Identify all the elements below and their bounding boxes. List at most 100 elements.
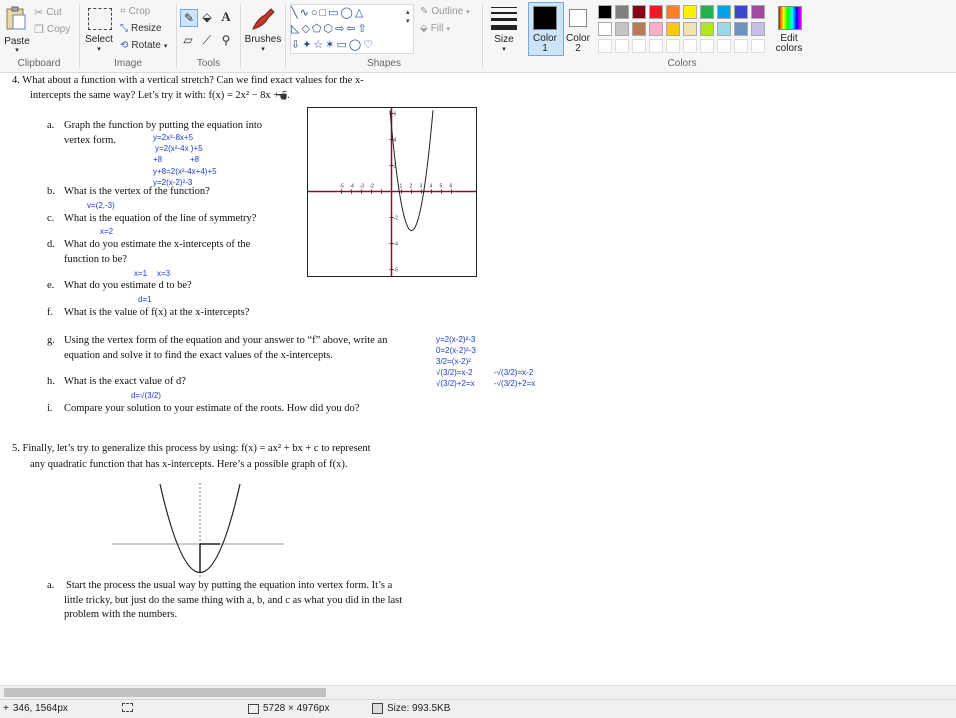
drawing-canvas[interactable]: 4. What about a function with a vertical… bbox=[0, 73, 956, 685]
scrollbar-thumb[interactable] bbox=[4, 688, 326, 697]
handwritten-a-1: y=2x²-8x+5 bbox=[153, 133, 194, 142]
parabola-graph: -5 -4 -3 -2 1 2 3 4 5 6642-2-4-6 bbox=[307, 107, 477, 277]
select-dropdown-icon[interactable]: ▾ bbox=[84, 45, 114, 53]
color-swatch[interactable] bbox=[632, 22, 646, 36]
color-swatch[interactable] bbox=[700, 5, 714, 19]
fill-label: Fill bbox=[430, 23, 444, 34]
color-swatch[interactable] bbox=[734, 5, 748, 19]
brushes-button[interactable]: Brushes ▾ bbox=[241, 0, 285, 72]
q4h-label: h. bbox=[47, 376, 55, 387]
cut-button[interactable]: ✂ Cut bbox=[34, 6, 62, 19]
color-swatch[interactable] bbox=[666, 5, 680, 19]
image-group: Select ▾ ⌗ Crop ⤡ Resize ⟲ Rotate ▾ Imag… bbox=[80, 0, 176, 72]
q4d-text-1: What do you estimate the x-intercepts of… bbox=[64, 239, 251, 250]
color-swatch[interactable] bbox=[615, 5, 629, 19]
q5a-text-2: little tricky, but just do the same thin… bbox=[64, 595, 403, 606]
rotate-button[interactable]: ⟲ Rotate ▾ bbox=[120, 40, 167, 51]
color-swatch[interactable] bbox=[717, 5, 731, 19]
tools-group: ✎ ⬙ A ▱ ⟋ ⚲ Tools bbox=[177, 0, 240, 72]
color-swatch[interactable] bbox=[700, 22, 714, 36]
color2-button[interactable]: Color 2 bbox=[563, 0, 593, 72]
handwritten-h: d=√(3/2) bbox=[131, 391, 161, 400]
color-swatch[interactable] bbox=[615, 22, 629, 36]
paste-icon bbox=[6, 6, 26, 30]
custom-color-slot[interactable] bbox=[615, 39, 629, 53]
q4b-text: What is the vertex of the function? bbox=[64, 186, 210, 197]
x-tick-label: 1 bbox=[400, 184, 403, 190]
q4c-label: c. bbox=[47, 213, 55, 224]
color2-swatch bbox=[569, 9, 587, 27]
color-swatch[interactable] bbox=[632, 5, 646, 19]
eraser-icon[interactable]: ▱ bbox=[180, 32, 196, 48]
q4i-text: Compare your solution to your estimate o… bbox=[64, 403, 360, 414]
brushes-dropdown-icon: ▾ bbox=[261, 46, 265, 53]
clipboard-group-label: Clipboard bbox=[17, 58, 61, 69]
outline-label: Outline bbox=[431, 6, 464, 17]
q4d-text-2: function to be? bbox=[64, 254, 127, 265]
color-swatch[interactable] bbox=[598, 5, 612, 19]
q4d-label: d. bbox=[47, 239, 55, 250]
custom-color-slot[interactable] bbox=[683, 39, 697, 53]
handwritten-g-2: 0=2(x-2)²-3 bbox=[436, 346, 476, 355]
colors-group-label: Colors bbox=[667, 58, 697, 69]
edit-colors-label-2: colors bbox=[775, 43, 803, 54]
color1-swatch bbox=[533, 6, 557, 30]
fill-button[interactable]: ⬙ Fill ▾ bbox=[420, 23, 450, 34]
fill-bucket-icon[interactable]: ⬙ bbox=[199, 9, 215, 25]
resize-label: Resize bbox=[131, 23, 162, 34]
color-picker-icon[interactable]: ⟋ bbox=[199, 32, 215, 48]
color-swatch[interactable] bbox=[666, 22, 680, 36]
text-tool-icon[interactable]: A bbox=[218, 9, 234, 25]
size-dropdown-icon: ▾ bbox=[502, 46, 506, 53]
paste-button[interactable]: Paste ▾ bbox=[3, 4, 31, 54]
outline-button[interactable]: ✎ Outline ▾ bbox=[420, 6, 470, 17]
magnifier-icon[interactable]: ⚲ bbox=[218, 32, 234, 48]
clipboard-group: Paste ▾ ✂ Cut ❐ Copy Clipboard bbox=[0, 0, 78, 72]
x-tick-label: -4 bbox=[350, 184, 355, 190]
shapes-gallery[interactable]: ╲∿○□▭◯△ ◺◇⬠⬡⇨⇦⇧ ⇩✦☆✶▭◯♡ bbox=[290, 4, 414, 54]
handwritten-a-4: y+8=2(x²-4x+4)+5 bbox=[153, 167, 217, 176]
brush-icon bbox=[252, 8, 275, 30]
selection-icon bbox=[122, 703, 133, 712]
q4-line-1: 4. What about a function with a vertical… bbox=[12, 75, 364, 86]
custom-color-slot[interactable] bbox=[717, 39, 731, 53]
custom-color-slot[interactable] bbox=[632, 39, 646, 53]
rotate-dropdown-icon: ▾ bbox=[163, 42, 168, 50]
custom-color-slot[interactable] bbox=[734, 39, 748, 53]
generic-parabola-graph bbox=[112, 483, 284, 579]
color-swatch[interactable] bbox=[649, 5, 663, 19]
size-button[interactable]: Size ▾ bbox=[484, 0, 524, 72]
copy-button[interactable]: ❐ Copy bbox=[34, 23, 70, 36]
color-swatch[interactable] bbox=[751, 5, 765, 19]
color1-number: 1 bbox=[542, 43, 548, 54]
image-dimensions: 5728 × 4976px bbox=[248, 703, 329, 714]
color-swatch[interactable] bbox=[683, 22, 697, 36]
custom-color-slot[interactable] bbox=[649, 39, 663, 53]
paste-dropdown-icon[interactable]: ▾ bbox=[3, 46, 31, 54]
color-swatch[interactable] bbox=[717, 22, 731, 36]
crop-button[interactable]: ⌗ Crop bbox=[120, 6, 150, 17]
handwritten-g-1: y=2(x-2)²-3 bbox=[436, 335, 476, 344]
shapes-scroll-icon[interactable]: ▴ ▾ bbox=[406, 8, 410, 26]
handwritten-g-3: 3/2=(x-2)² bbox=[436, 357, 471, 366]
q4a-text-2: vertex form. bbox=[64, 135, 116, 146]
custom-color-slot[interactable] bbox=[666, 39, 680, 53]
color-swatch[interactable] bbox=[649, 22, 663, 36]
handwritten-a-3b: +8 bbox=[190, 155, 200, 164]
y-tick-label: 6 bbox=[394, 112, 397, 118]
select-button[interactable]: Select ▾ bbox=[84, 4, 114, 54]
custom-color-slot[interactable] bbox=[700, 39, 714, 53]
shapes-row-2: ◺◇⬠⬡⇨⇦⇧ bbox=[291, 23, 369, 35]
q5a-text-3: problem with the numbers. bbox=[64, 609, 178, 620]
horizontal-scrollbar[interactable] bbox=[0, 685, 956, 699]
edit-colors-button[interactable]: Edit colors bbox=[771, 0, 807, 72]
color-swatch[interactable] bbox=[751, 22, 765, 36]
color-swatch[interactable] bbox=[683, 5, 697, 19]
color1-button[interactable]: Color 1 bbox=[527, 0, 564, 72]
custom-color-slot[interactable] bbox=[751, 39, 765, 53]
color-swatch[interactable] bbox=[598, 22, 612, 36]
custom-color-slot[interactable] bbox=[598, 39, 612, 53]
color-swatch[interactable] bbox=[734, 22, 748, 36]
resize-button[interactable]: ⤡ Resize bbox=[120, 23, 162, 34]
pencil-tool-icon[interactable]: ✎ bbox=[180, 9, 198, 27]
